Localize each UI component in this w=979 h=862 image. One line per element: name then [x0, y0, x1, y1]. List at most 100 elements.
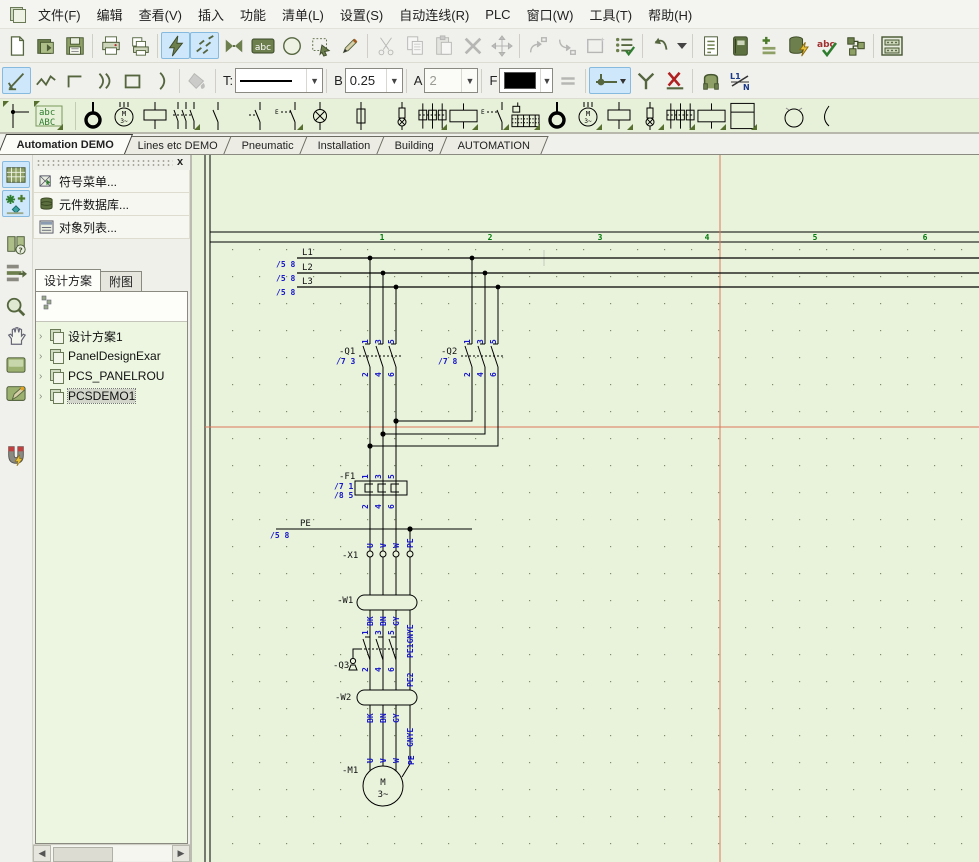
arc-tool-button[interactable]: [147, 67, 176, 94]
open-project-button[interactable]: [31, 32, 60, 59]
scroll-right-button[interactable]: ▶: [172, 845, 190, 862]
menu-file[interactable]: 文件(F): [30, 1, 89, 28]
undo-history-dropdown[interactable]: [675, 32, 689, 59]
sym-contact-e[interactable]: E: [273, 100, 304, 131]
tab-automation-demo[interactable]: Automation DEMO: [0, 134, 133, 154]
jumper-link-button[interactable]: [696, 67, 725, 94]
sym-contact-e2[interactable]: E: [479, 100, 510, 131]
sym-fuse[interactable]: [345, 100, 376, 131]
line-tool-button[interactable]: [2, 67, 31, 94]
save-button[interactable]: [60, 32, 89, 59]
goto-list-button[interactable]: [2, 259, 30, 286]
rectangle-tool-button[interactable]: [118, 67, 147, 94]
magnet-snap-button[interactable]: [2, 441, 30, 468]
menu-plc[interactable]: PLC: [477, 3, 518, 26]
scrollbar-track[interactable]: [51, 846, 172, 861]
cut-button[interactable]: [371, 32, 400, 59]
menu-tools[interactable]: 工具(T): [582, 1, 641, 28]
symbol-menu-list-button[interactable]: 符号菜单...: [33, 170, 190, 193]
menu-settings[interactable]: 设置(S): [332, 1, 391, 28]
sym-fuse-3p-2[interactable]: [665, 100, 696, 131]
spell-check-button[interactable]: abc: [812, 32, 841, 59]
sym-circle[interactable]: [778, 100, 809, 131]
transfer-up-button[interactable]: [523, 32, 552, 59]
line-style-select[interactable]: ▼: [235, 68, 323, 93]
color-select[interactable]: ▼: [499, 68, 553, 93]
page-data-button[interactable]: [696, 32, 725, 59]
schematic-canvas[interactable]: 1 2 3 4 5 6 L1 L2: [192, 155, 979, 862]
line-width-select[interactable]: 0.25▼: [345, 68, 403, 93]
add-remove-button[interactable]: [754, 32, 783, 59]
print-button[interactable]: [96, 32, 125, 59]
area-select-button[interactable]: [306, 32, 335, 59]
close-icon[interactable]: x: [173, 156, 187, 169]
copy-button[interactable]: [400, 32, 429, 59]
sym-contact-no2[interactable]: [242, 100, 273, 131]
sym-motor-2[interactable]: M3~: [572, 100, 603, 131]
new-file-button[interactable]: [2, 32, 31, 59]
move-button[interactable]: [487, 32, 516, 59]
screen-edit-button[interactable]: [2, 380, 30, 407]
conductors-button[interactable]: [190, 32, 219, 59]
double-arc-tool-button[interactable]: [89, 67, 118, 94]
tree-item-pcsdemo1[interactable]: ›PCSDEMO1: [36, 386, 187, 406]
menu-functions[interactable]: 功能: [232, 1, 274, 28]
sym-text[interactable]: abcABC: [33, 100, 64, 131]
object-list-button[interactable]: [610, 32, 639, 59]
frame-tool-button[interactable]: [581, 32, 610, 59]
help-book-button[interactable]: ?: [2, 230, 30, 257]
menu-window[interactable]: 窗口(W): [519, 1, 582, 28]
pan-hand-button[interactable]: [2, 322, 30, 349]
sym-box-2[interactable]: [727, 100, 758, 131]
polyline-tool-button[interactable]: [31, 67, 60, 94]
symbol-menu-button[interactable]: [2, 190, 30, 217]
net-navigator-button[interactable]: [841, 32, 870, 59]
tab-installation[interactable]: Installation: [300, 136, 390, 154]
object-list-panel-button[interactable]: 对象列表...: [33, 216, 190, 239]
sym-earth-2[interactable]: [541, 100, 572, 131]
sym-contact-no[interactable]: [201, 100, 232, 131]
tree-item-pcs-panelrou[interactable]: ›PCS_PANELROU: [36, 366, 187, 386]
menu-help[interactable]: 帮助(H): [640, 1, 700, 28]
panel-builder-button[interactable]: [877, 32, 906, 59]
transfer-down-button[interactable]: [552, 32, 581, 59]
menu-lists[interactable]: 清单(L): [274, 1, 332, 28]
menu-autorouting[interactable]: 自动连线(R): [391, 1, 477, 28]
print-all-button[interactable]: [125, 32, 154, 59]
tree-item-design1[interactable]: ›设计方案1: [36, 326, 187, 346]
junction-delete-button[interactable]: [660, 67, 689, 94]
sym-signal-lamp-2[interactable]: [634, 100, 665, 131]
menu-edit[interactable]: 编辑: [89, 1, 131, 28]
grid-settings-button[interactable]: [2, 161, 30, 188]
fill-tool-button[interactable]: [183, 67, 212, 94]
draw-tool-button[interactable]: [335, 32, 364, 59]
sym-coil-wide[interactable]: [448, 100, 479, 131]
corner-tool-button[interactable]: [60, 67, 89, 94]
lightning-symbols-button[interactable]: [161, 32, 190, 59]
phase-l1n-button[interactable]: L1N: [725, 67, 754, 94]
tab-automation[interactable]: AUTOMATION: [439, 136, 549, 154]
sym-coil-2[interactable]: [603, 100, 634, 131]
sym-signal-lamp[interactable]: [386, 100, 417, 131]
component-database-button[interactable]: 元件数据库...: [33, 193, 190, 216]
tab-lines-etc-demo[interactable]: Lines etc DEMO: [120, 136, 237, 154]
equals-button[interactable]: [553, 67, 582, 94]
sym-earth[interactable]: [77, 100, 108, 131]
sym-arc[interactable]: [809, 100, 840, 131]
sym-wire-t[interactable]: [2, 100, 33, 131]
project-data-button[interactable]: [725, 32, 754, 59]
undo-button[interactable]: [646, 32, 675, 59]
sym-coil-wide-2[interactable]: [696, 100, 727, 131]
sym-motor[interactable]: M3~: [108, 100, 139, 131]
sym-coil[interactable]: [139, 100, 170, 131]
sym-plc[interactable]: [510, 100, 541, 131]
database-run-button[interactable]: [783, 32, 812, 59]
tab-attached-drawings[interactable]: 附图: [100, 271, 142, 291]
screen-view-button[interactable]: [2, 351, 30, 378]
sym-fuse-3p[interactable]: [417, 100, 448, 131]
angle-select[interactable]: 2▼: [424, 68, 478, 93]
panel-drag-handle[interactable]: [36, 159, 173, 167]
delete-button[interactable]: [458, 32, 487, 59]
scroll-left-button[interactable]: ◀: [33, 845, 51, 862]
sym-lamp[interactable]: [304, 100, 335, 131]
